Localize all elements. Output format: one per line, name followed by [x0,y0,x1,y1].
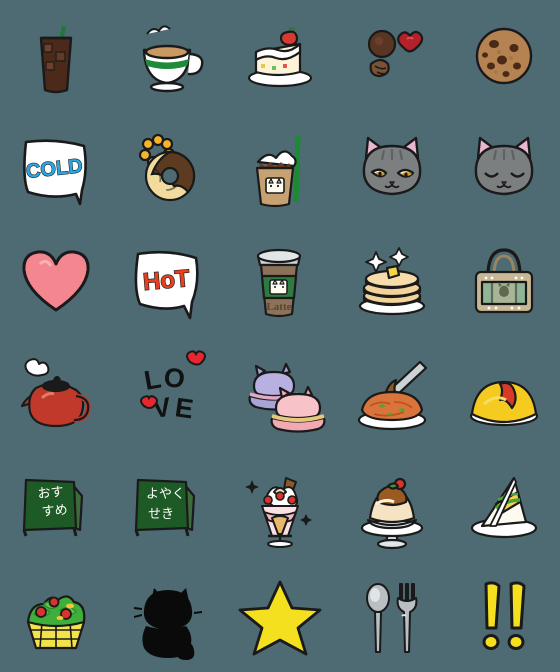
emoji-cell-cold-speech-bubble[interactable]: COLD [0,112,112,224]
emoji-cell-donuts[interactable]: Two donuts, mochi ring and chocolate gla… [112,112,224,224]
emoji-cell-parfait[interactable]: Strawberry parfait in tall glass [224,448,336,560]
emoji-cell-salad-basket[interactable]: Green salad with tomatoes in basket [0,560,112,672]
reserved-sign-text-1: よやく [146,487,185,502]
reserved-sign-text-2: せき [148,507,174,522]
emoji-cell-cat-face-awake[interactable]: Gray cat face with open eyes [336,112,448,224]
emoji-cell-cat-macarons[interactable]: Purple and pink cat macarons [224,336,336,448]
emoji-cell-shortcake[interactable]: Strawberry shortcake slice on plate [224,0,336,112]
love-o: O [162,362,186,394]
emoji-cell-pudding-a-la-mode[interactable]: Pudding a la mode on glass stand [336,448,448,560]
emoji-cell-spoon-and-fork[interactable]: Spoon and fork cutlery [336,560,448,672]
emoji-cell-reserved-sign[interactable]: よやく せき よやくせき [112,448,224,560]
emoji-cell-coffee-cup[interactable]: Hot coffee cup with steam [112,0,224,112]
love-l: L [142,363,163,395]
emoji-cell-spaghetti[interactable]: Spaghetti napolitan with fork [336,336,448,448]
emoji-cell-pink-heart[interactable]: Pink heart [0,224,112,336]
emoji-cell-sandwich[interactable]: Sandwich halves on plate [448,448,560,560]
emoji-cell-black-cat-silhouette[interactable]: Black cat silhouette sitting [112,560,224,672]
emoji-cell-cookie[interactable]: Chocolate chip cookie [448,0,560,112]
emoji-cell-double-exclamation[interactable]: !! [448,560,560,672]
emoji-cell-omurice[interactable]: Omurice with ketchup [448,336,560,448]
emoji-cell-pancakes[interactable]: Stack of pancakes with butter and sparkl… [336,224,448,336]
emoji-cell-iced-coffee[interactable]: Iced coffee with green straw [0,0,112,112]
recommend-sign-text-2: すめ [41,503,68,520]
recommend-sign-text-1: おす [37,485,64,502]
emoji-grid: Iced coffee with green straw Hot coffee … [0,0,560,672]
emoji-cell-takeaway-coffee[interactable]: Latte Takeaway latte cup with cat logo [224,224,336,336]
emoji-cell-chocolates[interactable]: Assorted chocolates and heart chocolate [336,0,448,112]
love-e: E [173,392,195,424]
emoji-cell-tote-bag[interactable]: Tote bag with cat design [448,224,560,336]
svg-text:Latte: Latte [266,301,291,313]
emoji-cell-frappuccino[interactable]: Iced frappuccino with whipped cream and … [224,112,336,224]
emoji-cell-love-text[interactable]: L O V E LOVE [112,336,224,448]
emoji-cell-teapot[interactable]: Red teapot with steam [0,336,112,448]
emoji-cell-recommend-sign[interactable]: おす すめ おすすめ [0,448,112,560]
hot-label: HoT [142,265,191,296]
emoji-cell-hot-speech-bubble[interactable]: HoT [112,224,224,336]
emoji-cell-yellow-star[interactable]: Yellow star [224,560,336,672]
emoji-cell-cat-face-content[interactable]: Gray cat face with closed eyes [448,112,560,224]
